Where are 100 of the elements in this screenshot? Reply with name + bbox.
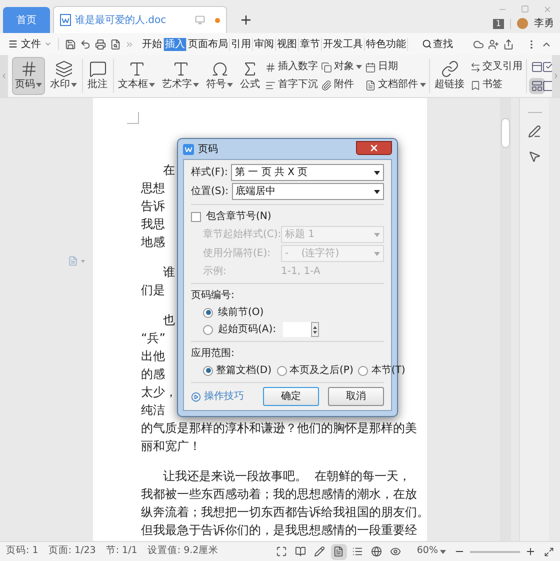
status-text: 设置值: 9.2厘米 [147,544,219,558]
cloud-icon[interactable] [473,38,484,50]
tips-link[interactable]: 操作技巧 [204,389,244,404]
dropdown-field[interactable]: 第 一 页 共 X 页 [230,164,384,181]
document-line: 思想 [141,180,165,197]
menu-icon [8,39,18,49]
checkbox-label: 包含章节号(N) [206,210,272,224]
ribbon-button[interactable]: 超链接 [432,57,467,95]
ribbon-small-button[interactable]: 插入数字 [265,60,318,74]
ribbon-button[interactable]: 页码 [12,57,45,95]
field-label: 样式(F): [191,166,228,180]
chevron-right-icon [552,72,560,80]
app-logo-icon [183,144,194,154]
preview-icon[interactable] [110,38,121,50]
document-line: 谁 [163,264,175,281]
document-tab[interactable]: 谁是最可爱的人.doc [53,6,227,33]
status-text: 页码: 1 [6,544,38,558]
ribbon-tab[interactable]: 开发工具 [322,38,365,50]
radio-label: 起始页码(A): [218,322,276,337]
comment-icon [88,60,107,78]
omega-icon [210,60,229,78]
zoom-in-icon[interactable] [525,546,536,557]
status-text: 节: 1/1 [106,544,138,558]
cursor-icon[interactable] [528,150,541,163]
ribbon-small-button[interactable]: 交叉引用 [470,60,523,74]
ribbon-button[interactable]: 符号 [204,57,236,95]
checkbox[interactable] [191,212,201,222]
ribbon-button[interactable]: 艺术字 [160,57,202,95]
user-add-icon[interactable] [488,38,499,50]
lines-icon [265,80,276,90]
scrollbar[interactable] [500,98,511,541]
globe-icon [371,546,382,557]
layers-icon [54,60,72,78]
radio-button[interactable] [358,366,368,376]
document-line: 也 [163,312,175,329]
view-toggle-button[interactable] [529,78,546,94]
document-icon [365,80,376,90]
file-menu[interactable]: 文件 [8,36,52,52]
ribbon-tab[interactable]: 特色功能 [365,38,408,50]
document-line: 的气质是那样的淳朴和谦逊？他们的胸怀是那样的美 [141,420,417,437]
zoom-level[interactable]: 60% [416,544,446,559]
ribbon-tab[interactable]: 视图 [276,38,299,50]
dialog-button[interactable]: 取消 [328,387,384,406]
ribbon-button[interactable]: 批注 [86,57,110,95]
radio-button[interactable] [203,308,213,318]
radio-button[interactable] [203,366,213,376]
ribbon-small-button[interactable]: 日期 [365,60,426,74]
hash-icon [20,60,38,78]
caret-icon [374,170,380,174]
search-button[interactable]: 查找 [422,36,453,52]
list-icon [352,546,364,557]
dropdown-field[interactable]: 底端居中 [232,183,384,200]
caret-icon [374,252,380,256]
document-line: 太少， [141,384,177,401]
document-line: 们是 [141,282,165,299]
print-icon[interactable] [95,38,106,50]
ribbon-small-button[interactable]: 书签 [470,78,523,92]
document-line: 让我还是来说一段故事吧。 在朝鲜的每一天， [163,468,411,485]
share-icon[interactable] [503,38,514,50]
new-tab-button[interactable] [239,13,253,27]
close-icon [369,142,379,152]
radio-label: 整篇文档(D) [216,364,272,378]
save-icon[interactable] [65,38,76,50]
ribbon-small-button[interactable]: 对象 [321,60,362,74]
caret-icon [374,232,380,236]
undo-icon[interactable] [80,38,91,50]
ribbon-button[interactable]: 水印 [48,57,79,95]
document-line: 丽和宽广！ [141,438,201,455]
calendar-icon [365,62,376,72]
ribbon-tab[interactable]: 页面布局 [187,38,230,50]
word-file-icon [60,14,71,26]
ribbon-tab[interactable]: 审阅 [253,38,276,50]
ribbon-small-button[interactable]: 文档部件 [365,78,426,92]
play-icon [191,392,201,402]
dialog-button[interactable]: 确定 [263,387,319,406]
ribbon-tab[interactable]: 插入 [164,38,187,50]
close-button[interactable] [356,140,392,154]
document-line: 地感 [141,234,165,251]
number-icon [265,62,276,72]
document-line: 纯洁 [141,402,165,419]
radio-button[interactable] [203,324,213,334]
ribbon-tab[interactable]: 引用 [230,38,253,50]
document-line: 在 [163,162,175,179]
ribbon-tab[interactable]: 章节 [299,38,322,50]
number-spinner[interactable] [283,322,320,337]
field-label: 使用分隔符(E): [203,247,272,261]
down-arrow-icon[interactable] [313,330,318,334]
ribbon-button[interactable]: 公式 [238,57,262,95]
ribbon-small-button[interactable]: 首字下沉 [265,78,318,92]
layout-icon [531,60,544,72]
page-view-button[interactable] [330,544,347,560]
field-label: 示例: [203,265,228,279]
up-arrow-icon[interactable] [313,326,318,328]
ribbon-button[interactable]: 文本框 [116,57,158,95]
fit-icon[interactable] [544,546,554,556]
radio-label: 本节(T) [371,364,406,378]
ribbon-small-button[interactable]: 附件 [321,78,362,92]
arrows-icon [470,62,481,72]
radio-button[interactable] [276,366,287,376]
pen-icon[interactable] [528,125,541,138]
